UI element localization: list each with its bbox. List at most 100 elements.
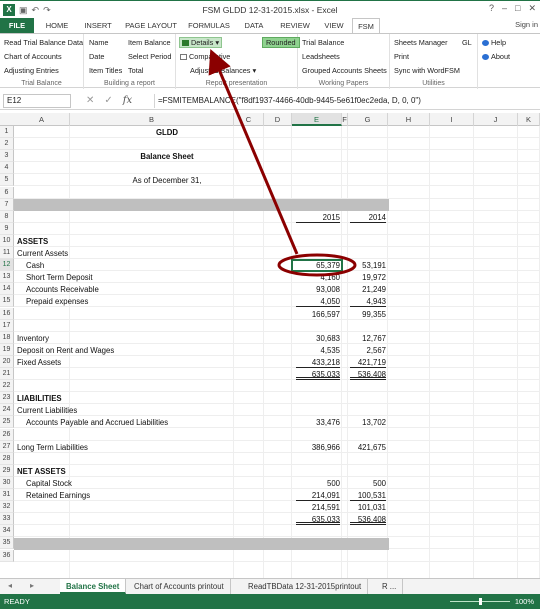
cell-account-label[interactable]: Fixed Assets [17,357,237,368]
total-button[interactable]: Total [128,66,143,75]
print-button[interactable]: Print [394,52,409,61]
cell-2015-value[interactable]: 166,597 [296,309,340,320]
cell-2014-value[interactable]: 101,031 [350,502,386,513]
tab-insert[interactable]: INSERT [80,18,116,33]
name-box[interactable]: E12 [3,94,71,108]
prev-sheet-icon[interactable]: ◂ [8,581,12,590]
row-header-4[interactable]: 4 [0,162,14,175]
close-button[interactable]: ✕ [528,3,536,14]
cell-account-label[interactable]: Accounts Receivable [26,284,246,295]
row-header-9[interactable]: 9 [0,222,14,235]
row-header-34[interactable]: 34 [0,525,14,538]
cell-account-label[interactable]: Current Liabilities [17,405,237,416]
zoom-level[interactable]: 100% [515,597,534,606]
cell-2014-value[interactable]: 100,531 [350,490,386,502]
adjusting-entries-button[interactable]: Adjusting Entries [4,66,59,75]
leadsheets-button[interactable]: Leadsheets [302,52,340,61]
trial-balance-button[interactable]: Trial Balance [302,38,344,47]
row-header-2[interactable]: 2 [0,138,14,151]
cell-account-label[interactable]: Cash [26,260,246,271]
cell-account-label[interactable]: Inventory [17,333,237,344]
row-header-14[interactable]: 14 [0,283,14,296]
cell-2014-value[interactable]: 13,702 [350,417,386,428]
row-header-17[interactable]: 17 [0,319,14,332]
sync-wordfsm-button[interactable]: Sync with WordFSM [394,66,460,75]
enter-icon[interactable]: ✓ [104,95,112,106]
comparative-button[interactable]: Comparative [180,52,230,61]
row-header-21[interactable]: 21 [0,368,14,381]
chart-of-accounts-button[interactable]: Chart of Accounts [4,52,62,61]
select-period-button[interactable]: Select Period [128,52,171,61]
cell-2015-value[interactable]: 386,966 [296,442,340,453]
cell-account-label[interactable]: Prepaid expenses [26,296,246,307]
formula-input[interactable]: =FSMITEMBALANCE("f8df1937-4466-40db-9445… [154,94,538,108]
row-header-36[interactable]: 36 [0,549,14,562]
row-header-30[interactable]: 30 [0,476,14,489]
column-header-h[interactable]: H [388,113,430,126]
adjusted-balances-button[interactable]: Adjusted Balances ▾ [190,66,256,75]
grouped-accounts-button[interactable]: Grouped Accounts Sheets [302,66,387,75]
row-header-24[interactable]: 24 [0,404,14,417]
cancel-icon[interactable]: ✕ [86,95,94,106]
cell-header-text[interactable]: As of December 31, [70,175,264,186]
cell-2014-value[interactable]: 12,767 [350,333,386,344]
item-titles-button[interactable]: Item Titles [89,66,122,75]
row-header-6[interactable]: 6 [0,186,14,199]
cell-2015-value[interactable]: 4,160 [296,272,340,283]
row-header-8[interactable]: 8 [0,210,14,223]
cell-account-label[interactable]: Short Term Deposit [26,272,246,283]
row-header-7[interactable]: 7 [0,198,14,211]
row-header-11[interactable]: 11 [0,247,14,260]
cell-account-label[interactable]: LIABILITIES [17,393,237,404]
cell-2015-value[interactable]: 214,091 [296,490,340,502]
item-balance-button[interactable]: Item Balance [128,38,171,47]
cell-2014-value[interactable]: 536,408 [350,514,386,526]
column-header-a[interactable]: A [14,113,70,126]
cell-2015-value[interactable]: 2015 [296,212,340,223]
sheet-tab-chart-of-accounts[interactable]: Chart of Accounts printout [128,579,231,594]
name-button[interactable]: Name [89,38,108,47]
cell-2014-value[interactable]: 536,408 [350,369,386,381]
gl-button[interactable]: GL [462,38,472,47]
sheet-tab-balance-sheet[interactable]: Balance Sheet [60,579,127,594]
row-header-29[interactable]: 29 [0,464,14,477]
worksheet-grid[interactable]: ABCDEFGHIJK 1 GLDD 2 3 Balance Sheet 4 5 As of … [0,113,540,578]
cell-2014-value[interactable]: 53,191 [350,260,386,271]
column-header-d[interactable]: D [264,113,292,126]
cell-2015-value[interactable]: 4,050 [296,296,340,308]
row-header-31[interactable]: 31 [0,489,14,502]
cell-account-label[interactable]: Deposit on Rent and Wages [17,345,237,356]
row-header-27[interactable]: 27 [0,440,14,453]
cell-2014-value[interactable]: 4,943 [350,296,386,308]
row-header-26[interactable]: 26 [0,428,14,441]
function-icon[interactable]: fx [123,95,132,106]
tab-file[interactable]: FILE [0,18,34,33]
cell-2014-value[interactable]: 2014 [350,212,386,223]
row-header-15[interactable]: 15 [0,295,14,308]
cell-2015-value[interactable]: 635,033 [296,369,340,381]
row-header-33[interactable]: 33 [0,513,14,526]
cell-account-label[interactable]: Retained Earnings [26,490,246,501]
cell-2015-value[interactable]: 93,008 [296,284,340,295]
cell-account-label[interactable]: NET ASSETS [17,466,237,477]
row-header-32[interactable]: 32 [0,501,14,514]
cell-2014-value[interactable]: 421,675 [350,442,386,453]
tab-formulas[interactable]: FORMULAS [186,18,232,33]
sign-in-link[interactable]: Sign in [515,20,538,29]
cell-2015-value[interactable]: 4,535 [296,345,340,356]
cell-2014-value[interactable]: 2,567 [350,345,386,356]
read-trial-balance-button[interactable]: Read Trial Balance Data [4,38,83,47]
tab-home[interactable]: HOME [40,18,74,33]
cell-2014-value[interactable]: 19,972 [350,272,386,283]
sheets-manager-button[interactable]: Sheets Manager [394,38,448,47]
minimize-button[interactable]: – [502,3,507,14]
cell-2015-value[interactable]: 33,476 [296,417,340,428]
help-link[interactable]: Help [482,38,506,47]
maximize-button[interactable]: □ [515,3,520,14]
row-header-20[interactable]: 20 [0,355,14,368]
column-header-b[interactable]: B [70,113,234,126]
row-header-18[interactable]: 18 [0,331,14,344]
tab-page-layout[interactable]: PAGE LAYOUT [122,18,180,33]
column-header-e[interactable]: E [292,113,342,126]
cell-2014-value[interactable]: 421,719 [350,357,386,368]
